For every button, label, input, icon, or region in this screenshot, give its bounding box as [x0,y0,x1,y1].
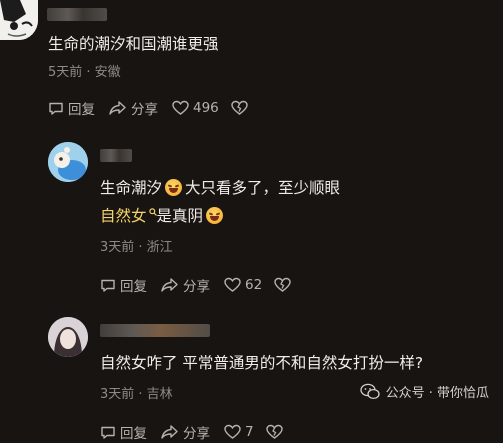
chat-bubble-icon [101,426,115,439]
comment-actions: 回复 分享 496 [48,98,248,118]
wechat-watermark: 公众号 · 带你恰瓜 [359,382,489,401]
reply-button[interactable]: 回复 [100,422,147,442]
comment-text: 生命的潮汐和国潮谁更强 [48,35,219,53]
reply-label: 回复 [120,426,147,442]
comment-3: 自然女咋了 平常普通男的不和自然女打扮一样? 3天前 · 吉林 回复 分享 7 [0,315,503,443]
anime-avatar-icon [0,0,38,40]
heart-icon [172,100,189,115]
share-arrow-icon [161,278,178,292]
like-count: 496 [193,100,219,116]
laughing-tears-emoji-icon [206,207,224,224]
search-icon [148,208,157,216]
share-button[interactable]: 分享 [161,422,210,442]
comment-text-line-2: 自然女 是真阴 [100,206,226,226]
comment-text: 自然女咋了 平常普通男的不和自然女打扮一样? [100,354,424,372]
share-button[interactable]: 分享 [161,275,210,295]
comment-text-line-1: 生命潮汐 大只看多了，至少顺眼 [100,178,340,198]
share-label: 分享 [183,279,210,295]
comment-actions: 回复 分享 7 [100,422,283,442]
like-count: 7 [245,424,254,440]
avatar[interactable] [0,0,38,40]
comment-meta: 3天前 · 吉林 [100,387,173,402]
heart-icon [224,277,241,292]
cartoon-avatar-icon [48,142,88,182]
chat-bubble-icon [49,102,63,115]
comment-text-part: 大只看多了，至少顺眼 [185,179,341,197]
share-button[interactable]: 分享 [109,98,158,118]
reply-button[interactable]: 回复 [100,275,147,295]
chat-bubble-icon [101,279,115,292]
like-count: 62 [245,277,263,293]
keyword-search-link[interactable]: 自然女 [100,207,147,225]
broken-heart-icon [231,100,248,115]
username-blurred[interactable] [47,8,107,21]
like-button[interactable]: 496 [172,100,219,116]
share-label: 分享 [131,102,158,118]
comment-actions: 回复 分享 62 [100,275,291,295]
avatar[interactable] [48,142,88,182]
like-button[interactable]: 62 [224,277,262,293]
like-button[interactable]: 7 [224,424,254,440]
comment-text-part: 是真阴 [156,207,204,225]
heart-icon [224,424,241,439]
comment-2: 生命潮汐 大只看多了，至少顺眼 自然女 是真阴 3天前 · 浙江 回复 分享 62 [0,140,503,300]
share-arrow-icon [109,101,126,115]
share-arrow-icon [161,425,178,439]
dislike-button[interactable] [231,100,248,116]
share-label: 分享 [183,426,210,442]
username-blurred[interactable] [100,149,132,162]
broken-heart-icon [274,277,291,292]
reply-button[interactable]: 回复 [48,98,95,118]
broken-heart-icon [265,424,283,439]
comment-text-part: 生命潮汐 [100,179,163,197]
comment-1: 生命的潮汐和国潮谁更强 5天前 · 安徽 回复 分享 496 [0,0,503,125]
comment-meta: 5天前 · 安徽 [48,65,121,80]
dislike-button[interactable] [274,277,291,293]
portrait-avatar-icon [48,317,88,357]
watermark-label: 公众号 · 带你恰瓜 [385,386,489,401]
reply-label: 回复 [68,102,95,118]
avatar[interactable] [48,317,88,357]
username-blurred[interactable] [100,324,210,337]
comment-meta: 3天前 · 浙江 [100,240,173,255]
dislike-button[interactable] [265,424,283,440]
reply-label: 回复 [120,279,147,295]
wechat-icon [359,383,380,400]
laughing-tears-emoji-icon [165,179,183,196]
